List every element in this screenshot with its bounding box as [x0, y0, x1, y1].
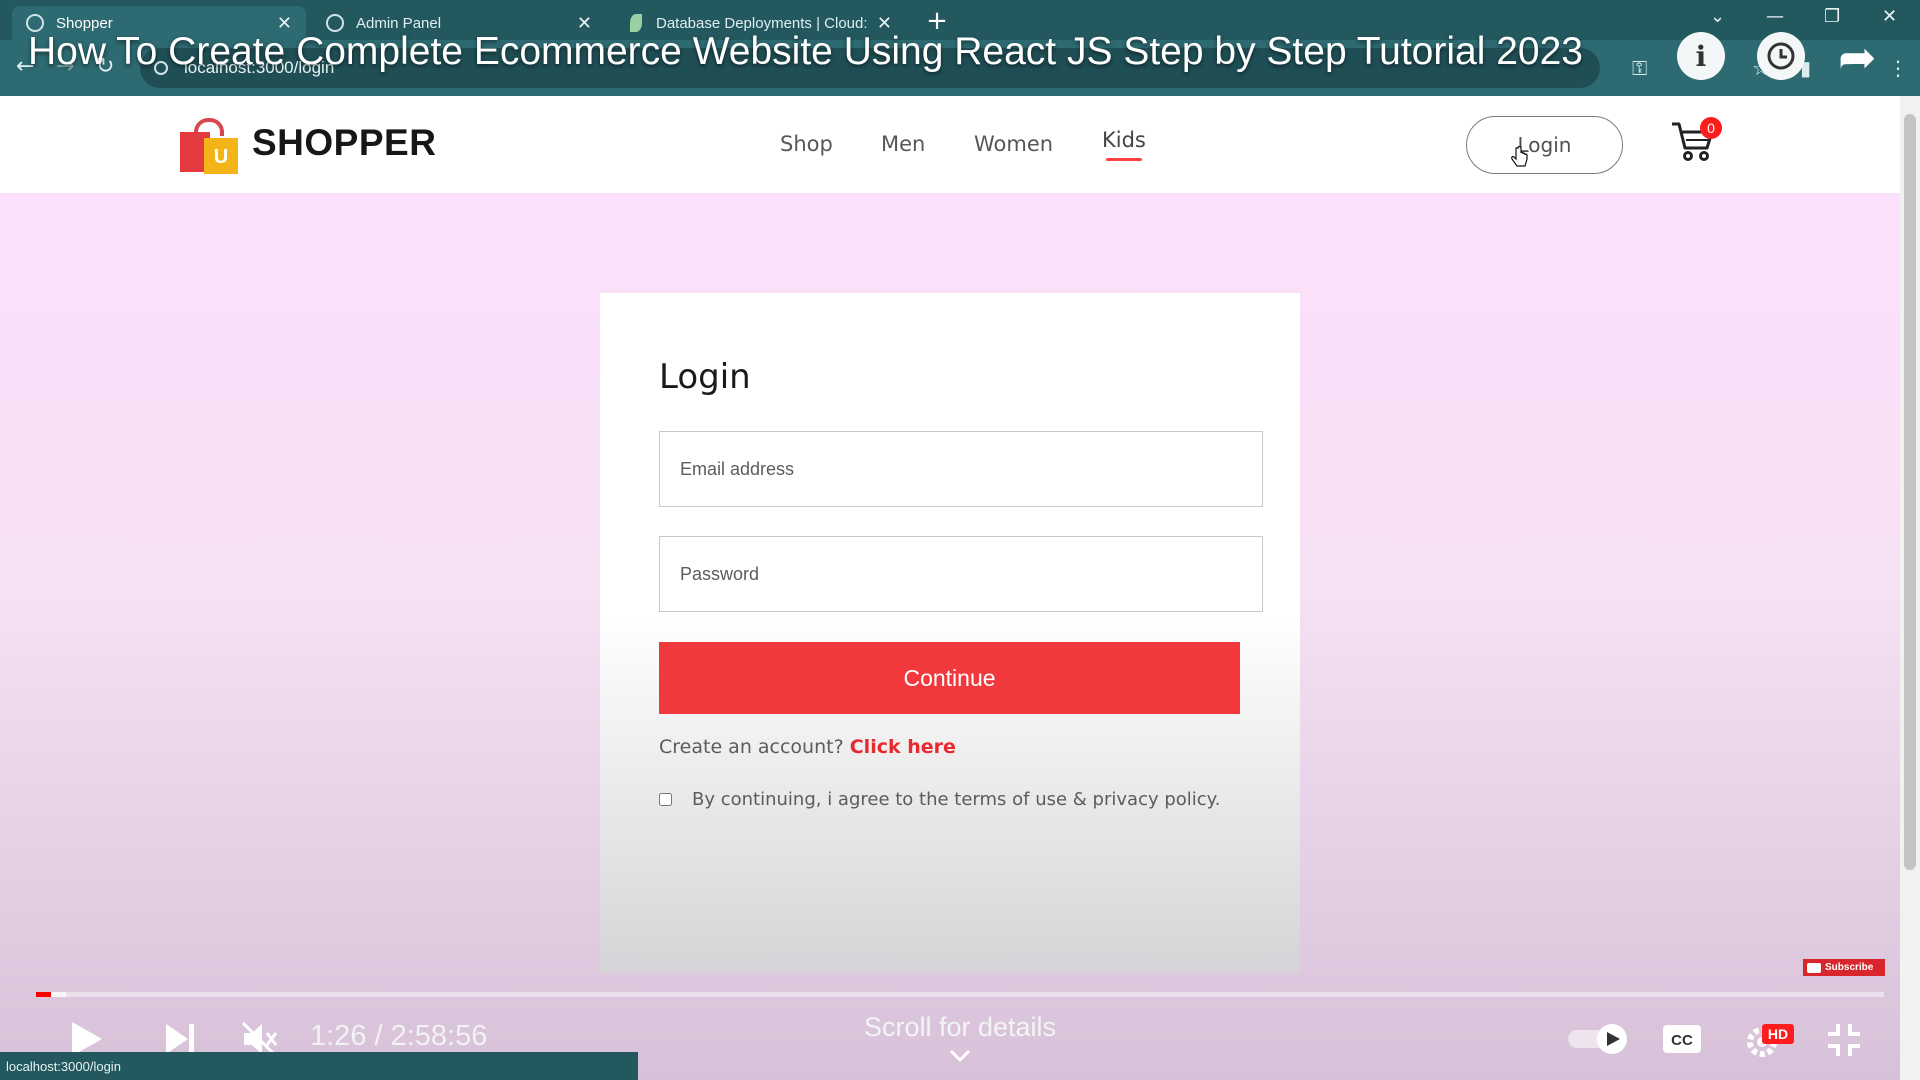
email-field[interactable]	[659, 431, 1263, 507]
login-card: Login Continue Create an account? Click …	[600, 293, 1300, 973]
password-field[interactable]	[659, 536, 1263, 612]
cart-count-badge: 0	[1700, 117, 1722, 139]
active-nav-underline	[1106, 158, 1142, 161]
video-time: 1:26 / 2:58:56	[310, 1020, 488, 1052]
terms-text: By continuing, i agree to the terms of u…	[692, 789, 1221, 810]
login-heading: Login	[659, 357, 751, 397]
window-close-icon[interactable]: ✕	[1882, 6, 1897, 27]
share-arrow-icon[interactable]: ➦	[1838, 30, 1877, 84]
tab-search-icon[interactable]: ⌄	[1710, 6, 1725, 27]
tab-title: Admin Panel	[356, 14, 442, 32]
nav-login-button[interactable]: Login	[1466, 116, 1623, 174]
subscribe-label: Subscribe	[1825, 962, 1874, 973]
menu-dots-icon[interactable]: ⋮	[1888, 56, 1908, 80]
site-logo-text[interactable]: SHOPPER	[252, 122, 436, 164]
terms-agree-row: By continuing, i agree to the terms of u…	[659, 789, 1221, 810]
next-video-icon[interactable]	[164, 1022, 196, 1056]
key-icon[interactable]: ⚿	[1632, 56, 1647, 80]
video-progress-bar[interactable]	[36, 992, 1884, 997]
nav-women[interactable]: Women	[974, 132, 1053, 156]
minimize-icon[interactable]: —	[1766, 6, 1784, 27]
subscribe-watermark[interactable]: Subscribe	[1803, 959, 1885, 976]
logo-letter: U	[204, 138, 238, 174]
watch-later-clock-icon[interactable]	[1757, 32, 1805, 80]
tab-title: Database Deployments | Cloud:	[656, 14, 867, 32]
signup-link[interactable]: Click here	[850, 736, 956, 758]
exit-fullscreen-icon[interactable]	[1826, 1022, 1862, 1058]
tab-title: Shopper	[56, 14, 113, 32]
signup-prompt-text: Create an account?	[659, 736, 844, 758]
page-scrollbar[interactable]	[1900, 96, 1920, 1080]
info-icon[interactable]: i	[1677, 32, 1725, 80]
browser-status-bar: localhost:3000/login	[0, 1052, 638, 1080]
hand-cursor-icon	[1511, 146, 1528, 167]
signup-prompt-row: Create an account? Click here	[659, 736, 956, 758]
restore-icon[interactable]: ❐	[1824, 6, 1840, 27]
nav-men[interactable]: Men	[881, 132, 925, 156]
autoplay-toggle[interactable]	[1566, 1022, 1630, 1056]
hd-badge: HD	[1762, 1024, 1794, 1044]
continue-button[interactable]: Continue	[659, 642, 1240, 714]
chevron-down-icon[interactable]	[948, 1048, 972, 1064]
svg-text:CC: CC	[1671, 1032, 1693, 1049]
youtube-logo-icon	[1807, 962, 1821, 973]
scrollbar-thumb[interactable]	[1904, 114, 1916, 870]
progress-played	[36, 992, 51, 997]
video-title[interactable]: How To Create Complete Ecommerce Website…	[28, 30, 1583, 74]
scroll-for-details[interactable]: Scroll for details	[860, 1012, 1060, 1043]
terms-checkbox[interactable]	[659, 793, 672, 806]
nav-kids[interactable]: Kids	[1102, 128, 1146, 152]
closed-captions-icon[interactable]: CC	[1662, 1024, 1702, 1054]
shopping-bag-logo-icon: U	[180, 118, 238, 174]
nav-shop[interactable]: Shop	[780, 132, 833, 156]
